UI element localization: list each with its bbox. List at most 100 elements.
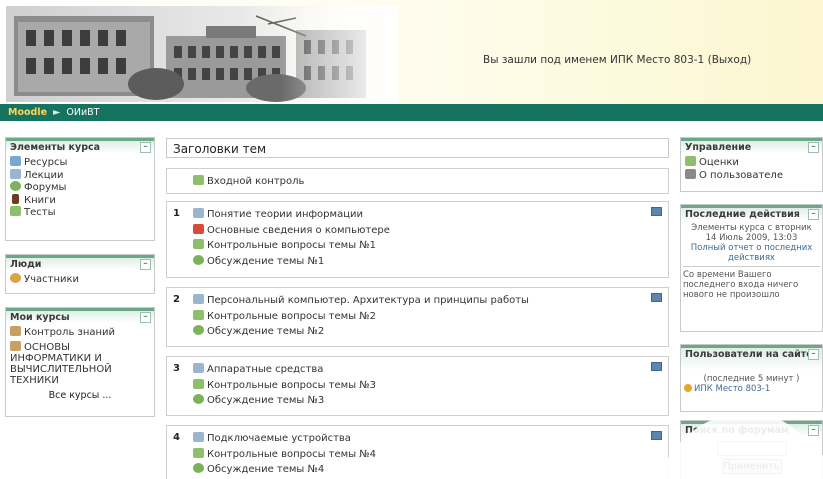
block-title: Последние действия [685,209,800,220]
sidebar-item-lectures[interactable]: Лекции [10,168,150,182]
topic-number: 3 [173,363,180,374]
course-item[interactable]: Контроль знаний [10,326,150,339]
sidebar-item-label: Книги [24,194,56,206]
recent-date: 14 Июль 2009, 13:03 [705,233,798,243]
block-header: Мои курсы – [6,308,154,323]
sidebar-item-forums[interactable]: Форумы [10,181,150,194]
topic-highlight-icon[interactable] [651,431,662,440]
activity-label: Обсуждение темы №4 [207,464,325,475]
collapse-icon[interactable]: – [808,349,819,360]
header-building-image [6,6,398,102]
block-title: Поиск по форумам [685,425,789,436]
book-icon [12,193,19,204]
breadcrumb-home[interactable]: Moodle [8,107,47,118]
topic-number: 2 [173,294,180,305]
activity-link[interactable]: Обсуждение темы №2 [193,324,529,340]
quiz-icon [193,175,204,185]
logout-link[interactable]: (Выход) [708,54,752,66]
sidebar-item-quizzes[interactable]: Тесты [10,206,150,219]
activity-link[interactable]: Персональный компьютер. Архитектура и пр… [193,293,529,309]
online-period: (последние 5 минут ) [703,374,800,384]
activity-link[interactable]: Подключаемые устройства [193,431,376,447]
participants-icon [10,273,21,283]
my-courses-block: Мои курсы – Контроль знаний ОСНОВЫ ИНФОР… [5,307,155,417]
breadcrumb: Moodle ► ОИиВТ [0,104,823,121]
activity-link[interactable]: Контрольные вопросы темы №3 [193,378,376,394]
topic-number: 4 [173,432,180,443]
block-title: Элементы курса [10,142,101,153]
collapse-icon[interactable]: – [808,142,819,153]
activity-link[interactable]: Обсуждение темы №4 [193,462,376,478]
quiz-icon [193,447,204,458]
block-title: Управление [685,142,752,153]
block-header: Пользователи на сайте – [681,345,822,371]
activity-link[interactable]: Основные сведения о компьютере [193,223,390,239]
activity-label: Обсуждение темы №2 [207,326,325,337]
grades-icon [685,156,696,166]
course-icon [10,326,21,336]
activity-link[interactable]: Обсуждение темы №1 [193,254,390,270]
resource-icon [10,156,21,166]
activity-label: Аппаратные средства [207,364,324,375]
recent-line: Элементы курса с вторник [691,223,812,233]
quiz-icon [10,206,21,216]
activity-label: Понятие теории информации [207,209,363,220]
admin-item-label: Оценки [699,157,739,168]
page-title: Заголовки тем [166,138,669,158]
course-elements-block: Элементы курса – Ресурсы Лекции Форумы К… [5,137,155,241]
activity-link[interactable]: Аппаратные средства [193,362,376,378]
online-user-name: ИПК Место 803-1 [694,384,771,394]
course-item[interactable]: ОСНОВЫ ИНФОРМАТИКИ И ВЫЧИСЛИТЕЛЬНОЙ ТЕХН… [10,340,150,386]
sidebar-item-resources[interactable]: Ресурсы [10,156,150,169]
activity-link[interactable]: Понятие теории информации [193,207,390,223]
online-user[interactable]: ИПК Место 803-1 [684,384,819,394]
activity-label: Персональный компьютер. Архитектура и пр… [207,295,529,306]
admin-item-profile[interactable]: О пользователе [685,168,818,182]
course-item-label: ОСНОВЫ ИНФОРМАТИКИ И ВЫЧИСЛИТЕЛЬНОЙ ТЕХН… [10,341,112,386]
collapse-icon[interactable]: – [140,259,151,270]
course-icon [10,340,21,351]
activity-label: Контрольные вопросы темы №1 [207,240,377,251]
lecture-icon [193,208,204,218]
activity-label: Обсуждение темы №3 [207,395,325,406]
topic-number: 1 [173,208,180,219]
collapse-icon[interactable]: – [140,142,151,153]
sidebar-item-label: Ресурсы [24,157,68,168]
sidebar-item-label: Форумы [24,182,67,193]
full-report-link[interactable]: Полный отчет о последних действиях [683,243,820,263]
login-prefix: Вы зашли под именем [483,54,607,66]
topic-highlight-icon[interactable] [651,207,662,216]
topic-highlight-icon[interactable] [651,293,662,302]
activity-link[interactable]: Контрольные вопросы темы №4 [193,447,376,463]
topic-section: 4 Подключаемые устройства Контрольные во… [166,425,669,479]
user-name-link[interactable]: ИПК Место 803-1 [610,54,704,66]
activity-link[interactable]: Контрольные вопросы темы №1 [193,238,390,254]
breadcrumb-separator: ► [53,107,61,118]
topic-section: 3 Аппаратные средства Контрольные вопрос… [166,356,669,416]
admin-item-grades[interactable]: Оценки [685,156,818,169]
activity-label: Подключаемые устройства [207,433,351,444]
activity-link[interactable]: Контрольные вопросы темы №2 [193,309,529,325]
activity-link[interactable]: Входной контроль [193,174,304,190]
block-header: Последние действия – [681,205,822,220]
page-header: Вы зашли под именем ИПК Место 803-1 (Вых… [0,0,823,104]
sidebar-item-participants[interactable]: Участники [10,273,150,286]
topic-highlight-icon[interactable] [651,362,662,371]
apply-button[interactable]: Применить [721,459,782,474]
sidebar-item-books[interactable]: Книги [10,193,150,207]
collapse-icon[interactable]: – [808,425,819,436]
collapse-icon[interactable]: – [808,209,819,220]
forum-search-input[interactable] [716,441,787,456]
quiz-icon [193,239,204,249]
admin-block: Управление – Оценки О пользователе [680,137,823,192]
all-courses-link[interactable]: Все курсы ... [10,390,150,401]
quiz-icon [193,309,204,320]
sidebar-item-label: Тесты [24,207,56,218]
activity-label: Обсуждение темы №1 [207,255,325,267]
sidebar-item-label: Участники [24,274,80,285]
forum-search-block: Поиск по форумам – Применить [680,420,823,479]
collapse-icon[interactable]: – [140,312,151,323]
activity-link[interactable]: Обсуждение темы №3 [193,393,376,409]
profile-icon [685,168,696,179]
lecture-icon [10,168,21,179]
